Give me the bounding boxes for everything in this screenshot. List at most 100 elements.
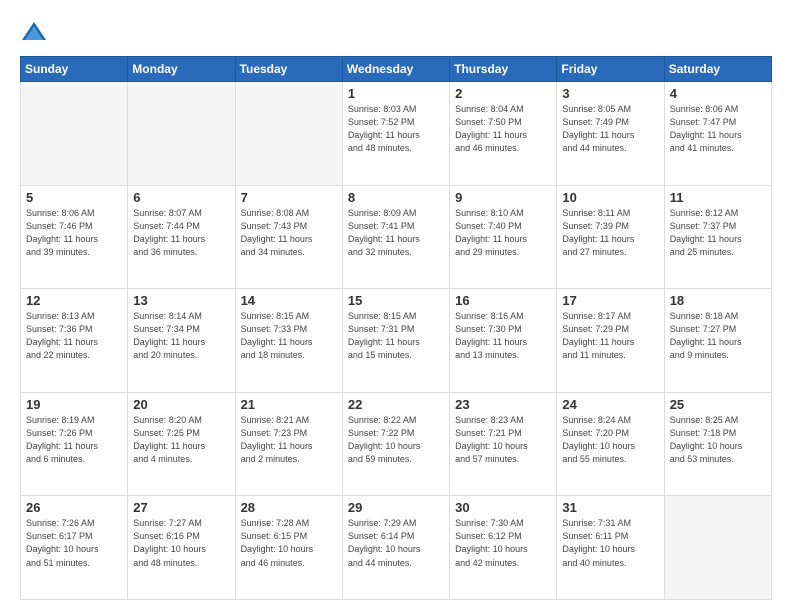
calendar-week-1: 5Sunrise: 8:06 AM Sunset: 7:46 PM Daylig… xyxy=(21,185,772,289)
calendar-cell: 29 Sunrise: 7:29 AM Sunset: 6:14 PM Dayli… xyxy=(342,496,449,600)
day-info: Sunrise: 8:07 AM Sunset: 7:44 PM Dayligh… xyxy=(133,207,229,259)
day-number: 19 xyxy=(26,397,122,412)
day-info: Sunrise: 8:15 AM Sunset: 7:31 PM Dayligh… xyxy=(348,310,444,362)
day-number: 16 xyxy=(455,293,551,308)
calendar: SundayMondayTuesdayWednesdayThursdayFrid… xyxy=(20,56,772,600)
day-number: 3 xyxy=(562,86,658,101)
day-info: Sunrise: 8:05 AM Sunset: 7:49 PM Dayligh… xyxy=(562,103,658,155)
day-info: Sunrise: 8:10 AM Sunset: 7:40 PM Dayligh… xyxy=(455,207,551,259)
day-info: Sunrise: 8:21 AM Sunset: 7:23 PM Dayligh… xyxy=(241,414,337,466)
calendar-cell: 13 Sunrise: 8:14 AM Sunset: 7:34 PM Dayli… xyxy=(128,289,235,393)
calendar-cell: 9 Sunrise: 8:10 AM Sunset: 7:40 PM Daylig… xyxy=(450,185,557,289)
calendar-cell: 31 Sunrise: 7:31 AM Sunset: 6:11 PM Dayli… xyxy=(557,496,664,600)
calendar-week-2: 12Sunrise: 8:13 AM Sunset: 7:36 PM Dayli… xyxy=(21,289,772,393)
day-info: Sunrise: 7:26 AM Sunset: 6:17 PM Dayligh… xyxy=(26,517,122,569)
day-number: 11 xyxy=(670,190,766,205)
day-info: Sunrise: 8:11 AM Sunset: 7:39 PM Dayligh… xyxy=(562,207,658,259)
day-info: Sunrise: 8:12 AM Sunset: 7:37 PM Dayligh… xyxy=(670,207,766,259)
day-info: Sunrise: 8:15 AM Sunset: 7:33 PM Dayligh… xyxy=(241,310,337,362)
calendar-cell: 15 Sunrise: 8:15 AM Sunset: 7:31 PM Dayli… xyxy=(342,289,449,393)
day-number: 18 xyxy=(670,293,766,308)
calendar-cell: 20Sunrise: 8:20 AM Sunset: 7:25 PM Dayli… xyxy=(128,392,235,496)
day-info: Sunrise: 8:19 AM Sunset: 7:26 PM Dayligh… xyxy=(26,414,122,466)
day-number: 8 xyxy=(348,190,444,205)
day-number: 31 xyxy=(562,500,658,515)
calendar-cell: 11 Sunrise: 8:12 AM Sunset: 7:37 PM Dayli… xyxy=(664,185,771,289)
calendar-cell: 30 Sunrise: 7:30 AM Sunset: 6:12 PM Dayli… xyxy=(450,496,557,600)
weekday-header-tuesday: Tuesday xyxy=(235,57,342,82)
day-info: Sunrise: 8:06 AM Sunset: 7:47 PM Dayligh… xyxy=(670,103,766,155)
day-number: 29 xyxy=(348,500,444,515)
day-info: Sunrise: 7:29 AM Sunset: 6:14 PM Dayligh… xyxy=(348,517,444,569)
calendar-cell: 10 Sunrise: 8:11 AM Sunset: 7:39 PM Dayli… xyxy=(557,185,664,289)
day-number: 27 xyxy=(133,500,229,515)
day-number: 14 xyxy=(241,293,337,308)
calendar-week-4: 26 Sunrise: 7:26 AM Sunset: 6:17 PM Dayli… xyxy=(21,496,772,600)
day-number: 25 xyxy=(670,397,766,412)
day-number: 10 xyxy=(562,190,658,205)
logo-icon xyxy=(20,18,48,46)
day-info: Sunrise: 8:24 AM Sunset: 7:20 PM Dayligh… xyxy=(562,414,658,466)
day-info: Sunrise: 8:22 AM Sunset: 7:22 PM Dayligh… xyxy=(348,414,444,466)
day-info: Sunrise: 8:03 AM Sunset: 7:52 PM Dayligh… xyxy=(348,103,444,155)
day-number: 24 xyxy=(562,397,658,412)
day-info: Sunrise: 8:23 AM Sunset: 7:21 PM Dayligh… xyxy=(455,414,551,466)
weekday-header-wednesday: Wednesday xyxy=(342,57,449,82)
weekday-header-row: SundayMondayTuesdayWednesdayThursdayFrid… xyxy=(21,57,772,82)
calendar-cell: 1 Sunrise: 8:03 AM Sunset: 7:52 PM Daylig… xyxy=(342,82,449,186)
calendar-cell: 5Sunrise: 8:06 AM Sunset: 7:46 PM Daylig… xyxy=(21,185,128,289)
day-info: Sunrise: 8:25 AM Sunset: 7:18 PM Dayligh… xyxy=(670,414,766,466)
header xyxy=(20,18,772,46)
weekday-header-sunday: Sunday xyxy=(21,57,128,82)
day-info: Sunrise: 8:14 AM Sunset: 7:34 PM Dayligh… xyxy=(133,310,229,362)
calendar-cell: 18Sunrise: 8:18 AM Sunset: 7:27 PM Dayli… xyxy=(664,289,771,393)
day-info: Sunrise: 7:30 AM Sunset: 6:12 PM Dayligh… xyxy=(455,517,551,569)
day-number: 9 xyxy=(455,190,551,205)
day-info: Sunrise: 8:17 AM Sunset: 7:29 PM Dayligh… xyxy=(562,310,658,362)
calendar-cell: 17 Sunrise: 8:17 AM Sunset: 7:29 PM Dayli… xyxy=(557,289,664,393)
day-info: Sunrise: 8:08 AM Sunset: 7:43 PM Dayligh… xyxy=(241,207,337,259)
day-info: Sunrise: 8:09 AM Sunset: 7:41 PM Dayligh… xyxy=(348,207,444,259)
calendar-cell: 21 Sunrise: 8:21 AM Sunset: 7:23 PM Dayli… xyxy=(235,392,342,496)
day-number: 13 xyxy=(133,293,229,308)
weekday-header-saturday: Saturday xyxy=(664,57,771,82)
calendar-cell: 3 Sunrise: 8:05 AM Sunset: 7:49 PM Daylig… xyxy=(557,82,664,186)
logo xyxy=(20,18,52,46)
day-number: 4 xyxy=(670,86,766,101)
calendar-cell: 25 Sunrise: 8:25 AM Sunset: 7:18 PM Dayli… xyxy=(664,392,771,496)
day-number: 17 xyxy=(562,293,658,308)
day-info: Sunrise: 8:16 AM Sunset: 7:30 PM Dayligh… xyxy=(455,310,551,362)
day-number: 23 xyxy=(455,397,551,412)
day-number: 26 xyxy=(26,500,122,515)
calendar-cell xyxy=(21,82,128,186)
day-info: Sunrise: 8:04 AM Sunset: 7:50 PM Dayligh… xyxy=(455,103,551,155)
calendar-week-0: 1 Sunrise: 8:03 AM Sunset: 7:52 PM Daylig… xyxy=(21,82,772,186)
day-number: 20 xyxy=(133,397,229,412)
calendar-cell: 26 Sunrise: 7:26 AM Sunset: 6:17 PM Dayli… xyxy=(21,496,128,600)
day-info: Sunrise: 8:06 AM Sunset: 7:46 PM Dayligh… xyxy=(26,207,122,259)
calendar-cell: 8 Sunrise: 8:09 AM Sunset: 7:41 PM Daylig… xyxy=(342,185,449,289)
day-info: Sunrise: 7:31 AM Sunset: 6:11 PM Dayligh… xyxy=(562,517,658,569)
calendar-cell: 24 Sunrise: 8:24 AM Sunset: 7:20 PM Dayli… xyxy=(557,392,664,496)
weekday-header-monday: Monday xyxy=(128,57,235,82)
day-number: 22 xyxy=(348,397,444,412)
day-info: Sunrise: 8:13 AM Sunset: 7:36 PM Dayligh… xyxy=(26,310,122,362)
calendar-cell: 2Sunrise: 8:04 AM Sunset: 7:50 PM Daylig… xyxy=(450,82,557,186)
calendar-week-3: 19 Sunrise: 8:19 AM Sunset: 7:26 PM Dayli… xyxy=(21,392,772,496)
calendar-cell: 27Sunrise: 7:27 AM Sunset: 6:16 PM Dayli… xyxy=(128,496,235,600)
weekday-header-thursday: Thursday xyxy=(450,57,557,82)
page: SundayMondayTuesdayWednesdayThursdayFrid… xyxy=(0,0,792,612)
day-number: 7 xyxy=(241,190,337,205)
calendar-cell: 14 Sunrise: 8:15 AM Sunset: 7:33 PM Dayli… xyxy=(235,289,342,393)
calendar-cell: 4 Sunrise: 8:06 AM Sunset: 7:47 PM Daylig… xyxy=(664,82,771,186)
day-number: 21 xyxy=(241,397,337,412)
day-number: 30 xyxy=(455,500,551,515)
day-number: 6 xyxy=(133,190,229,205)
day-number: 1 xyxy=(348,86,444,101)
calendar-cell: 6 Sunrise: 8:07 AM Sunset: 7:44 PM Daylig… xyxy=(128,185,235,289)
weekday-header-friday: Friday xyxy=(557,57,664,82)
calendar-cell xyxy=(664,496,771,600)
calendar-cell: 16 Sunrise: 8:16 AM Sunset: 7:30 PM Dayli… xyxy=(450,289,557,393)
day-number: 15 xyxy=(348,293,444,308)
calendar-cell: 28Sunrise: 7:28 AM Sunset: 6:15 PM Dayli… xyxy=(235,496,342,600)
